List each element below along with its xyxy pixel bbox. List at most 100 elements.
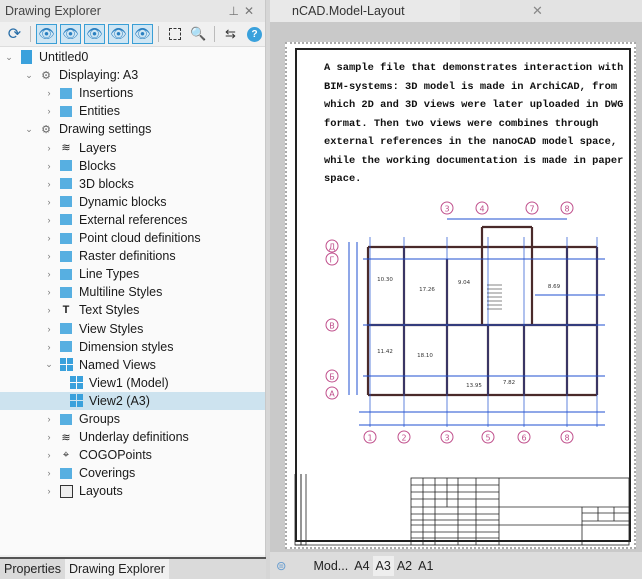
tree-item[interactable]: › T Text Styles: [0, 301, 265, 319]
show-search-icon[interactable]: 👁: [108, 24, 129, 44]
chevron-right-icon[interactable]: ›: [44, 233, 54, 243]
tree-item[interactable]: › Insertions: [0, 84, 265, 102]
tree-item[interactable]: › Point cloud definitions: [0, 229, 265, 247]
tree-item-label: Insertions: [79, 86, 134, 101]
layout-tab-a3[interactable]: A3: [372, 555, 394, 576]
select-frame-icon[interactable]: [164, 24, 185, 44]
description-text: A sample file that demonstrates interact…: [324, 59, 624, 189]
tree-item[interactable]: › Dynamic blocks: [0, 193, 265, 211]
explorer-tree: ⌄ Untitled0 ⌄ ⚙ Displaying: A3 › Insertions › En…: [0, 46, 265, 555]
description-line: format. Then two views were combines thr…: [324, 117, 599, 130]
room-area: 9.04: [458, 280, 471, 286]
chevron-down-icon[interactable]: ⌄: [4, 52, 14, 63]
tree-item-label: View2 (A3): [89, 393, 150, 408]
chevron-down-icon[interactable]: ⌄: [44, 359, 54, 370]
tree-item[interactable]: › Coverings: [0, 464, 265, 482]
chevron-right-icon[interactable]: ›: [44, 143, 54, 153]
document-area: nCAD.Model-Layout (documentation).dwg ✕ …: [270, 0, 642, 579]
tree-item[interactable]: › Entities: [0, 102, 265, 120]
tree-item[interactable]: › Line Types: [0, 265, 265, 283]
chevron-down-icon[interactable]: ⌄: [24, 70, 34, 81]
tree-item[interactable]: ⌄ ⚙ Displaying: A3: [0, 66, 265, 84]
tree-item[interactable]: ⌄ ⚙ Drawing settings: [0, 120, 265, 138]
show-solid-icon[interactable]: 👁: [132, 24, 153, 44]
grid-top-label: 3: [444, 205, 449, 214]
chevron-right-icon[interactable]: ›: [44, 486, 54, 496]
tree-item[interactable]: › View Styles: [0, 320, 265, 338]
swap-icon[interactable]: ⇆: [220, 24, 241, 44]
chevron-right-icon[interactable]: ›: [44, 161, 54, 171]
help-icon[interactable]: ?: [244, 24, 265, 44]
grid-left-label: Б: [329, 373, 335, 382]
chevron-right-icon[interactable]: ›: [44, 215, 54, 225]
tree-item[interactable]: › ⌖ COGOPoints: [0, 446, 265, 464]
chevron-right-icon[interactable]: ›: [44, 432, 54, 442]
layout-tab-model[interactable]: Mod...: [310, 556, 351, 576]
show-selected-icon[interactable]: 👁: [60, 24, 81, 44]
panel-bottom-tabs: Properties Drawing Explorer: [0, 557, 266, 579]
tree-item[interactable]: › External references: [0, 211, 265, 229]
tree-item[interactable]: ⌄ Named Views: [0, 356, 265, 374]
chevron-right-icon[interactable]: ›: [44, 88, 54, 98]
layout-menu-icon[interactable]: ⊜: [276, 558, 286, 573]
chevron-right-icon[interactable]: ›: [44, 305, 54, 315]
paper-sheet: A sample file that demonstrates interact…: [285, 42, 636, 549]
show-filled-icon[interactable]: 👁: [84, 24, 105, 44]
chevron-right-icon[interactable]: ›: [44, 269, 54, 279]
tree-item[interactable]: View2 (A3): [0, 391, 265, 410]
chevron-right-icon[interactable]: ›: [44, 342, 54, 352]
linetype-icon: [58, 267, 74, 282]
tree-item[interactable]: › Blocks: [0, 157, 265, 175]
tree-item[interactable]: › Multiline Styles: [0, 283, 265, 301]
close-tab-icon[interactable]: ✕: [532, 3, 543, 19]
room-area: 8.69: [548, 284, 561, 290]
grid-bottom-label: 8: [564, 434, 569, 443]
tree-item[interactable]: › ≋ Layers: [0, 139, 265, 157]
chevron-right-icon[interactable]: ›: [44, 324, 54, 334]
tree-item-label: Displaying: A3: [59, 68, 139, 83]
show-all-icon[interactable]: 👁: [36, 24, 57, 44]
tab-drawing-explorer[interactable]: Drawing Explorer: [64, 559, 169, 579]
tree-item[interactable]: › Layouts: [0, 482, 265, 500]
entities-icon: [58, 104, 74, 119]
chevron-down-icon[interactable]: ⌄: [24, 124, 34, 135]
panel-title: Drawing Explorer: [5, 4, 101, 18]
layout-tab-a2[interactable]: A2: [394, 556, 415, 576]
raster-icon: [58, 249, 74, 264]
chevron-right-icon[interactable]: ›: [44, 179, 54, 189]
description-line: external references in the nanoCAD model…: [324, 136, 618, 148]
grid-bottom-label: 3: [444, 434, 449, 443]
tree-item[interactable]: › Dimension styles: [0, 338, 265, 356]
tree-item[interactable]: ⌄ Untitled0: [0, 48, 265, 66]
tab-properties[interactable]: Properties: [0, 559, 65, 579]
tree-item[interactable]: View1 (Model): [0, 374, 265, 392]
drawing-canvas[interactable]: A sample file that demonstrates interact…: [270, 22, 642, 552]
tree-item[interactable]: › Groups: [0, 410, 265, 428]
tree-item[interactable]: › ≋ Underlay definitions: [0, 428, 265, 446]
layout-tab-a4[interactable]: A4: [351, 556, 372, 576]
tree-item[interactable]: › 3D blocks: [0, 175, 265, 193]
tree-item-label: Underlay definitions: [79, 430, 189, 445]
chevron-right-icon[interactable]: ›: [44, 414, 54, 424]
chevron-right-icon[interactable]: ›: [44, 251, 54, 261]
chevron-right-icon[interactable]: ›: [44, 468, 54, 478]
zoom-object-icon[interactable]: 🔍: [188, 24, 209, 44]
point-cloud-icon: [58, 231, 74, 246]
dynamic-blocks-icon: [58, 194, 74, 209]
chevron-right-icon[interactable]: ›: [44, 106, 54, 116]
tree-item-label: 3D blocks: [79, 176, 134, 191]
chevron-right-icon[interactable]: ›: [44, 197, 54, 207]
grid-bottom-label: 5: [485, 434, 490, 443]
layout-tab-a1[interactable]: A1: [415, 556, 436, 576]
display-icon: ⚙: [41, 69, 51, 82]
refresh-icon[interactable]: ⟳: [4, 24, 25, 44]
explorer-toolbar: ⟳ 👁 👁 👁 👁 👁 🔍 ⇆ ?: [0, 22, 265, 46]
document-tab[interactable]: nCAD.Model-Layout (documentation).dwg: [270, 0, 460, 40]
pin-icon[interactable]: ⊥: [228, 4, 243, 18]
tree-item[interactable]: › Raster definitions: [0, 247, 265, 265]
tree-item-label: Named Views: [79, 357, 156, 372]
chevron-right-icon[interactable]: ›: [44, 287, 54, 297]
file-icon: [18, 50, 34, 65]
chevron-right-icon[interactable]: ›: [44, 450, 54, 460]
close-icon[interactable]: ✕: [244, 4, 259, 18]
